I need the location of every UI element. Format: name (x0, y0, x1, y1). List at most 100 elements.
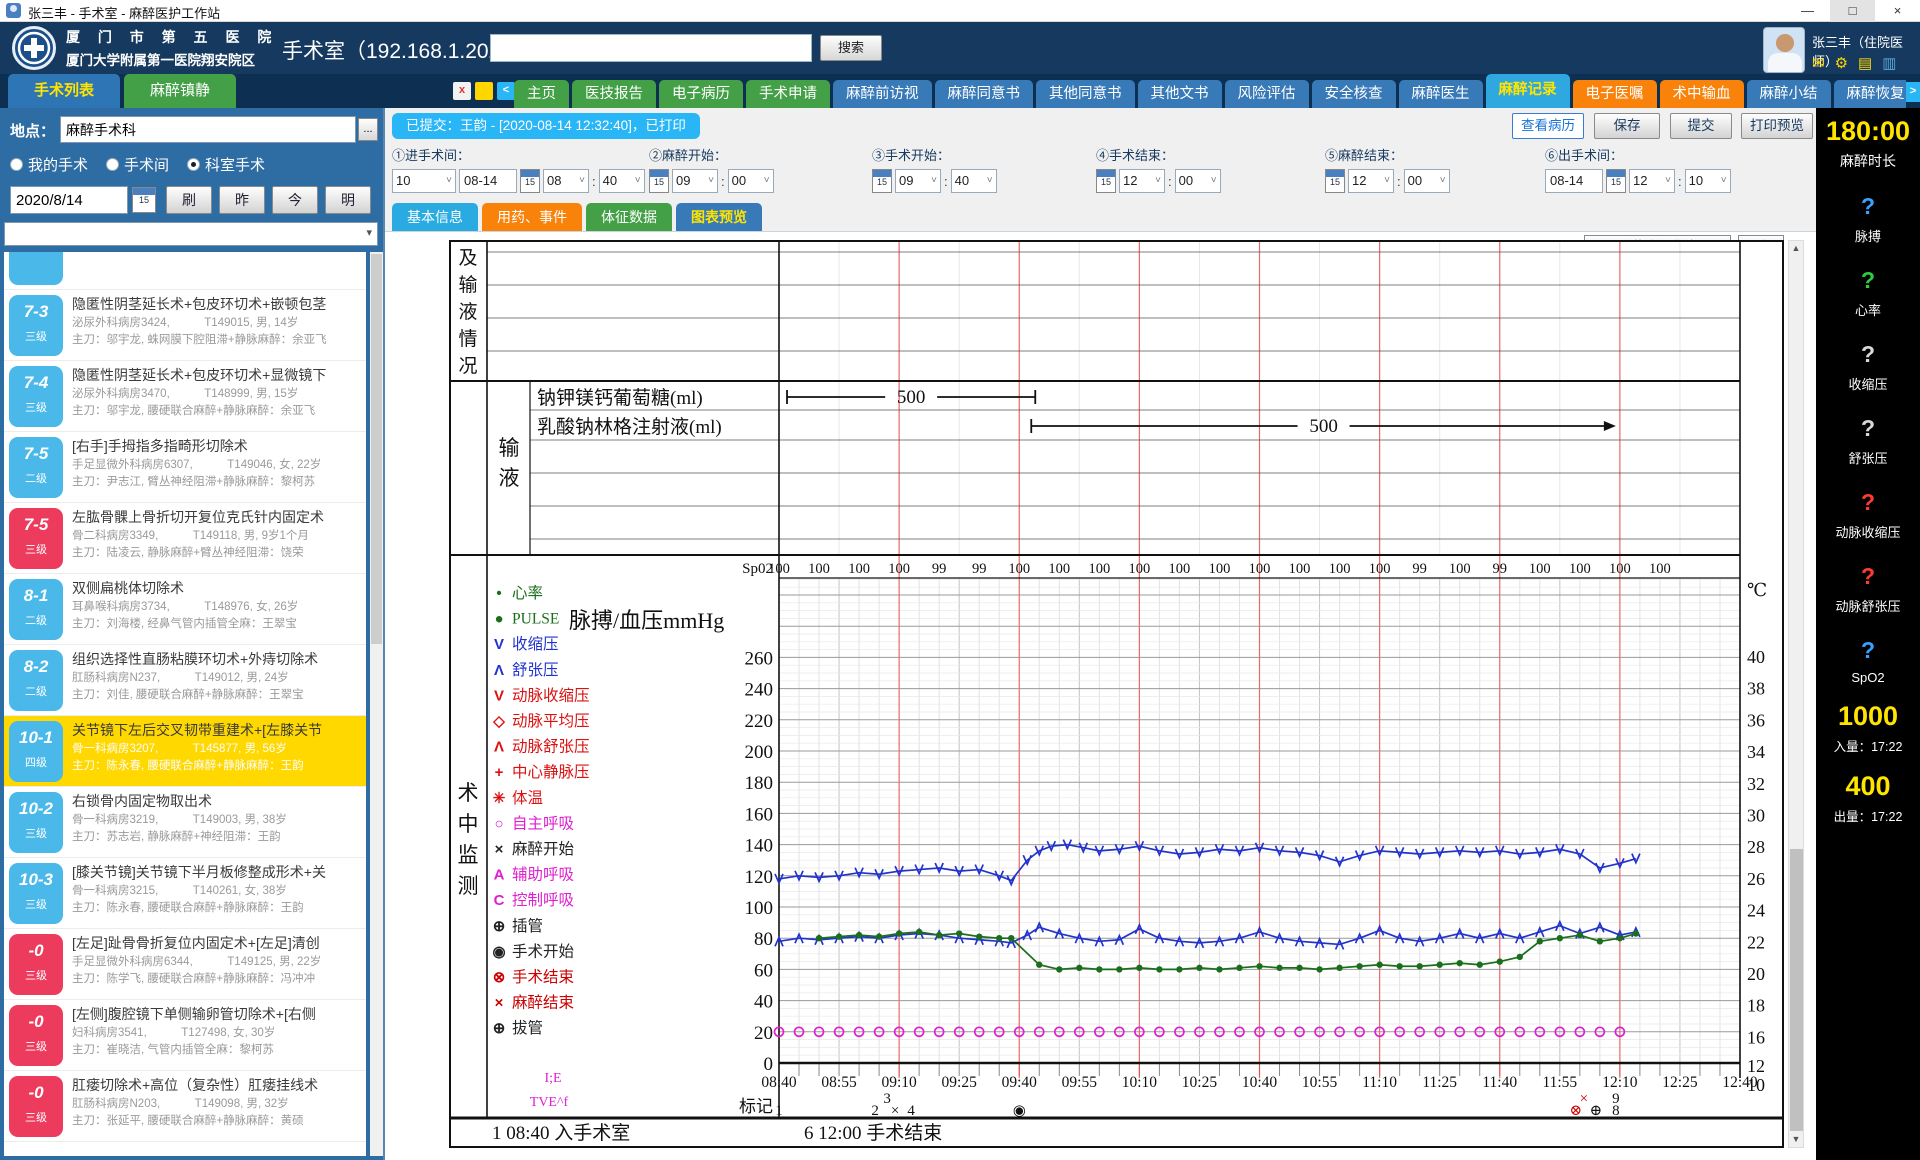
mail-icon[interactable]: ✉ (1812, 54, 1825, 72)
minute-select[interactable]: 40 (599, 169, 645, 193)
close-button[interactable]: × (1875, 0, 1920, 22)
surgery-anesthesia-info: 主刀：陈永春, 腰硬联合麻醉+静脉麻醉：王韵 (72, 758, 366, 775)
filter-dropdown[interactable] (4, 222, 378, 246)
surgery-list-item[interactable]: -0三级[左侧]腹腔镜下单侧输卵管切除术+[右侧妇科病房3541, T12749… (4, 1000, 366, 1071)
time-group-6: ⑥出手术间：08-141512:10 (1545, 144, 1731, 194)
subtab-基本信息[interactable]: 基本信息 (392, 203, 478, 231)
vital-脉搏: ?脉搏 (1816, 193, 1920, 245)
radio-科室手术[interactable]: 科室手术 (187, 154, 265, 175)
nav-tab-手术申请[interactable]: 手术申请 (746, 80, 830, 108)
surgery-list-item[interactable]: 7-5三级左肱骨髁上骨折切开复位克氏针内固定术骨二科病房3349, T14911… (4, 503, 366, 574)
nav-tab-其他文书[interactable]: 其他文书 (1138, 80, 1222, 108)
subtab-体征数据[interactable]: 体征数据 (586, 203, 672, 231)
subtab-用药、事件[interactable]: 用药、事件 (482, 203, 582, 231)
chart-scrollbar[interactable]: ▲▼ (1788, 240, 1804, 1148)
chart-icon[interactable]: ▥ (1882, 54, 1896, 72)
svg-text:手术结束: 手术结束 (512, 968, 574, 986)
radio-我的手术[interactable]: 我的手术 (10, 154, 88, 175)
print-preview-button[interactable]: 打印预览 (1741, 113, 1813, 139)
nav-tab-风险评估[interactable]: 风险评估 (1225, 80, 1309, 108)
date-button-刷[interactable]: 刷 (166, 186, 212, 214)
anesthesia-duration-value: 180:00 (1816, 108, 1920, 147)
surgery-list-item[interactable]: 7-3三级隐匿性阴茎延长术+包皮环切术+嵌顿包茎泌尿外科病房3424, T149… (4, 290, 366, 361)
minute-select[interactable]: 00 (728, 169, 774, 193)
surgery-list-item[interactable]: -0三级[左足]趾骨骨折复位内固定术+[左足]清创手足显微外科病房6344, T… (4, 929, 366, 1000)
list-scrollbar[interactable] (370, 252, 383, 1156)
date-button-明[interactable]: 明 (325, 186, 371, 214)
minute-select[interactable]: 10 (1685, 169, 1731, 193)
gear-icon[interactable]: ⚙ (1835, 54, 1848, 72)
coins-icon[interactable]: ▤ (1858, 54, 1872, 72)
surgery-list-item[interactable]: 三级泌尿外科病房3409, 何士皓, T149000, 男, 12岁主刀：邬宇龙… (4, 252, 366, 290)
vital-心率: ?心率 (1816, 267, 1920, 319)
sidebar-tab-sedation[interactable]: 麻醉镇静 (124, 74, 236, 108)
calendar-icon[interactable]: 15 (872, 169, 892, 193)
radio-label: 我的手术 (28, 154, 88, 175)
nav-tab-医技报告[interactable]: 医技报告 (572, 80, 656, 108)
hour-select[interactable]: 12 (1629, 169, 1675, 193)
svg-text:12:10: 12:10 (1602, 1074, 1638, 1091)
subtab-图表预览[interactable]: 图表预览 (676, 203, 762, 231)
nav-tab-主页[interactable]: 主页 (514, 80, 569, 108)
date-button-今[interactable]: 今 (272, 186, 318, 214)
submit-button[interactable]: 提交 (1670, 113, 1732, 139)
user-avatar[interactable] (1763, 27, 1805, 73)
nav-tab-麻醉医生[interactable]: 麻醉医生 (1399, 80, 1483, 108)
surgery-list-item[interactable]: -0三级肛瘘切除术+高位（复杂性）肛瘘挂线术肛肠科病房N203, T149098… (4, 1071, 366, 1142)
surgery-list-item[interactable]: 8-2二级组织选择性直肠粘膜环切术+外痔切除术肛肠科病房N237, T14901… (4, 645, 366, 716)
surgery-room-number: 7-5 (9, 515, 63, 535)
time-date-input[interactable]: 08-14 (1545, 169, 1603, 193)
nav-tab-电子医嘱[interactable]: 电子医嘱 (1573, 80, 1657, 108)
room-select[interactable]: 10 (392, 169, 456, 193)
nav-tab-麻醉前访视[interactable]: 麻醉前访视 (833, 80, 932, 108)
nav-tab-其他同意书[interactable]: 其他同意书 (1036, 80, 1135, 108)
nav-tab-麻醉同意书[interactable]: 麻醉同意书 (935, 80, 1034, 108)
surgery-list-item[interactable]: 7-5二级[右手]手拇指多指畸形切除术手足显微外科病房6307, T149046… (4, 432, 366, 503)
surgery-list-item[interactable]: 7-4三级隐匿性阴茎延长术+包皮环切术+显微镜下泌尿外科病房3470, T148… (4, 361, 366, 432)
svg-text:●: ● (494, 611, 503, 628)
location-input[interactable] (60, 116, 356, 143)
nav-tab-安全核查[interactable]: 安全核查 (1312, 80, 1396, 108)
surgery-list-item[interactable]: 10-3三级[膝关节镜]关节镜下半月板修整成形术+关骨一科病房3215, T14… (4, 858, 366, 929)
search-button[interactable]: 搜索 (820, 35, 882, 61)
hour-select[interactable]: 09 (672, 169, 718, 193)
nav-tab-电子病历[interactable]: 电子病历 (659, 80, 743, 108)
view-record-button[interactable]: 查看病历 (1512, 113, 1584, 139)
surgery-list-item[interactable]: 10-2三级右锁骨内固定物取出术骨一科病房3219, T149003, 男, 3… (4, 787, 366, 858)
minute-select[interactable]: 40 (951, 169, 997, 193)
close-tab-icon[interactable]: x (453, 82, 471, 100)
hour-select[interactable]: 12 (1348, 169, 1394, 193)
sidebar-tab-surgery-list[interactable]: 手术列表 (8, 74, 120, 108)
save-button[interactable]: 保存 (1594, 113, 1660, 139)
hour-select[interactable]: 09 (895, 169, 941, 193)
surgery-list-item[interactable]: 10-1四级关节镜下左后交叉韧带重建术+[左膝关节骨一科病房3207, T145… (4, 716, 366, 787)
radio-手术间[interactable]: 手术间 (106, 154, 169, 175)
date-button-昨[interactable]: 昨 (219, 186, 265, 214)
location-more-button[interactable]: ... (358, 118, 378, 141)
hour-select[interactable]: 12 (1119, 169, 1165, 193)
time-date-input[interactable]: 08-14 (459, 169, 517, 193)
svg-text:乳酸钠林格注射液(ml): 乳酸钠林格注射液(ml) (537, 416, 722, 438)
minute-select[interactable]: 00 (1175, 169, 1221, 193)
nav-tab-麻醉恢复[interactable]: 麻醉恢复 (1834, 80, 1907, 108)
minimize-button[interactable]: — (1785, 0, 1830, 22)
hour-select[interactable]: 08 (543, 169, 589, 193)
calendar-icon[interactable]: 15 (649, 169, 669, 193)
scroll-right-icon[interactable]: > (1906, 82, 1920, 102)
search-input[interactable] (490, 34, 812, 62)
nav-tab-术中输血[interactable]: 术中输血 (1660, 80, 1744, 108)
calendar-icon[interactable]: 15 (132, 187, 156, 213)
calendar-icon[interactable]: 15 (520, 169, 540, 193)
date-input[interactable] (10, 186, 128, 214)
calendar-icon[interactable]: 15 (1096, 169, 1116, 193)
maximize-button[interactable]: □ (1830, 0, 1875, 22)
calendar-icon[interactable]: 15 (1606, 169, 1626, 193)
nav-tab-麻醉小结[interactable]: 麻醉小结 (1747, 80, 1831, 108)
calendar-icon[interactable]: 15 (1325, 169, 1345, 193)
nav-tab-麻醉记录[interactable]: 麻醉记录 (1486, 74, 1570, 108)
svg-text:手术开始: 手术开始 (512, 942, 575, 960)
minute-select[interactable]: 00 (1404, 169, 1450, 193)
surgery-list-item[interactable]: 8-1二级双侧扁桃体切除术耳鼻喉科病房3734, T148976, 女, 26岁… (4, 574, 366, 645)
yellow-flag-icon[interactable] (475, 82, 493, 100)
scroll-left-icon[interactable]: < (497, 82, 515, 100)
